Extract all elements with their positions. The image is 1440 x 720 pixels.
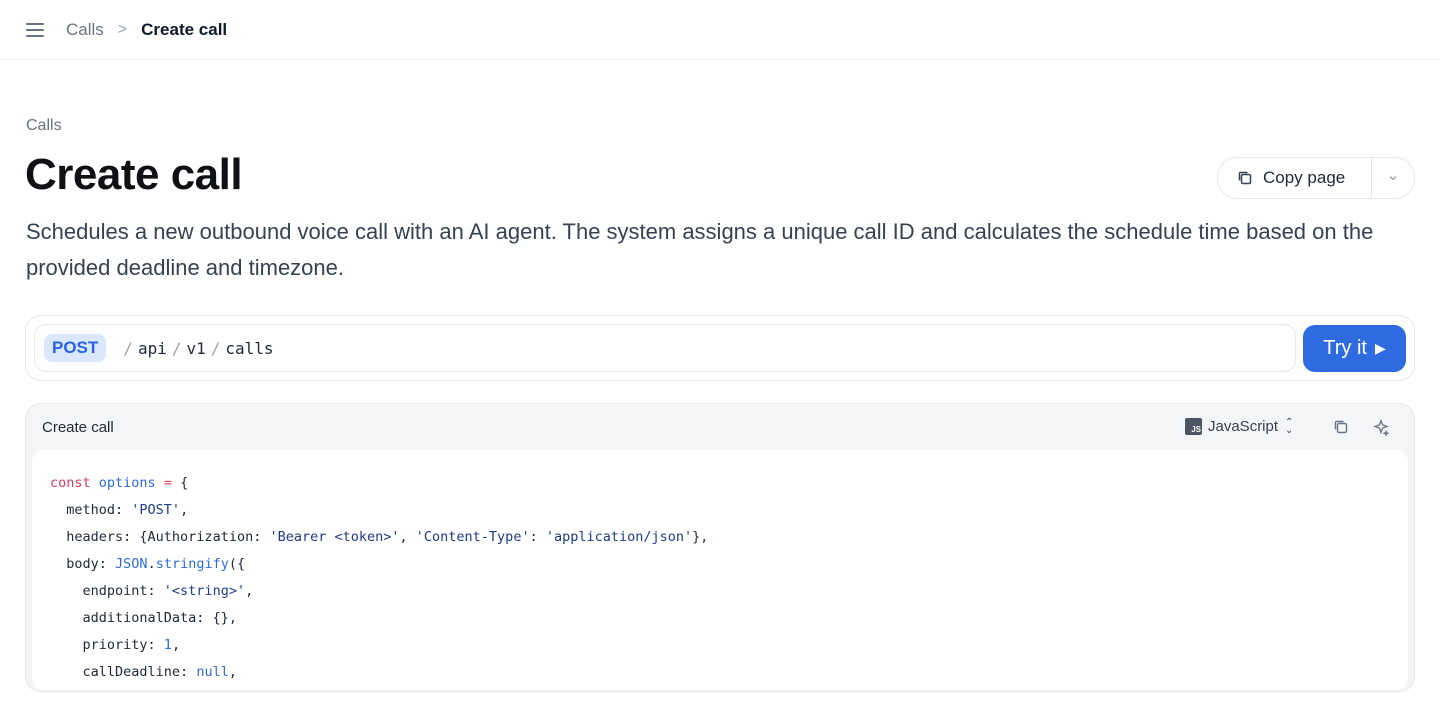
breadcrumb: Calls > Create call (66, 20, 227, 40)
section-eyebrow: Calls (26, 117, 62, 134)
code-panel-header: Create call JS JavaScript ⌃ ⌄ (26, 404, 1414, 450)
copy-page-group: Copy page (1217, 157, 1415, 199)
try-it-button[interactable]: Try it ▶ (1303, 325, 1406, 372)
code-token: : (529, 529, 546, 545)
code-token: , (228, 664, 237, 680)
code-token: 'Content-Type' (415, 529, 530, 545)
copy-code-icon[interactable] (1332, 418, 1350, 436)
try-it-label: Try it (1323, 337, 1367, 359)
js-icon: JS (1185, 418, 1202, 435)
breadcrumb-current: Create call (141, 19, 228, 39)
path-separator: / (210, 338, 221, 358)
code-token: body: (66, 556, 116, 572)
endpoint-path-field[interactable]: POST / api / v1 / calls (34, 324, 1296, 372)
code-token: priority: (82, 637, 164, 653)
endpoint-path: / api / v1 / calls (118, 339, 273, 358)
code-token: additionalData: {}, (82, 610, 237, 626)
chevron-down-icon (1389, 176, 1397, 181)
code-token: null (196, 664, 229, 680)
code-token: . (147, 556, 156, 572)
code-token: }, (692, 529, 709, 545)
code-token: stringify (155, 556, 229, 572)
code-token: , (171, 637, 181, 653)
code-token: options (98, 475, 156, 491)
code-block: const options = { method: 'POST', header… (32, 450, 1408, 690)
code-line: priority: 1, (50, 632, 1408, 659)
path-separator: / (123, 338, 133, 358)
code-line: additionalData: {}, (50, 605, 1408, 632)
copy-page-label: Copy page (1263, 168, 1346, 187)
path-segment: calls (225, 338, 274, 358)
code-token: JSON (115, 556, 148, 572)
chevron-updown-icon: ⌃ ⌄ (1285, 416, 1294, 436)
code-line: callDeadline: null, (50, 659, 1408, 686)
code-line: endpoint: '<string>', (50, 578, 1408, 605)
code-token: 'Bearer <token>' (269, 529, 400, 545)
page-description: Schedules a new outbound voice call with… (26, 219, 1374, 280)
copy-options-dropdown[interactable] (1372, 158, 1414, 198)
copy-icon (1238, 171, 1252, 185)
code-token: 'POST' (131, 502, 181, 518)
path-separator: / (171, 338, 182, 358)
code-token: ({ (228, 556, 246, 572)
code-token: = (163, 475, 172, 491)
code-token: const (50, 475, 91, 491)
code-line: body: JSON.stringify({ (50, 551, 1408, 578)
language-label: JavaScript (1208, 418, 1279, 435)
code-token: , (399, 529, 416, 545)
code-token: method: (66, 502, 132, 518)
code-example-panel: Create call JS JavaScript ⌃ ⌄ const optio… (25, 403, 1415, 692)
code-token: 1 (163, 637, 172, 653)
menu-icon[interactable] (26, 22, 44, 37)
code-token: headers: {Authorization: (66, 529, 270, 545)
top-bar: Calls > Create call (0, 0, 1440, 60)
path-segment: v1 (186, 338, 206, 358)
language-select[interactable]: JS JavaScript ⌃ ⌄ (1185, 416, 1294, 436)
page-title: Create call (25, 150, 243, 199)
code-token: , (245, 583, 254, 599)
code-line: method: 'POST', (50, 497, 1408, 524)
path-segment: api (137, 338, 167, 358)
sparkle-icon[interactable] (1372, 418, 1390, 436)
code-token: 'application/json' (545, 529, 693, 545)
code-line: headers: {Authorization: 'Bearer <token>… (50, 524, 1408, 551)
code-line: const options = { (50, 470, 1408, 497)
code-token: { (180, 475, 189, 491)
code-token: callDeadline: (82, 664, 197, 680)
code-panel-title: Create call (42, 418, 114, 436)
method-badge: POST (44, 334, 107, 362)
chevron-right-icon: > (117, 20, 128, 38)
play-icon: ▶ (1374, 340, 1386, 356)
copy-page-button[interactable]: Copy page (1218, 158, 1372, 198)
breadcrumb-item-calls[interactable]: Calls (66, 20, 104, 40)
endpoint-bar: POST / api / v1 / calls Try it ▶ (25, 315, 1415, 381)
code-token: endpoint: (82, 583, 164, 599)
code-token: , (180, 502, 189, 518)
code-token: '<string>' (163, 583, 246, 599)
